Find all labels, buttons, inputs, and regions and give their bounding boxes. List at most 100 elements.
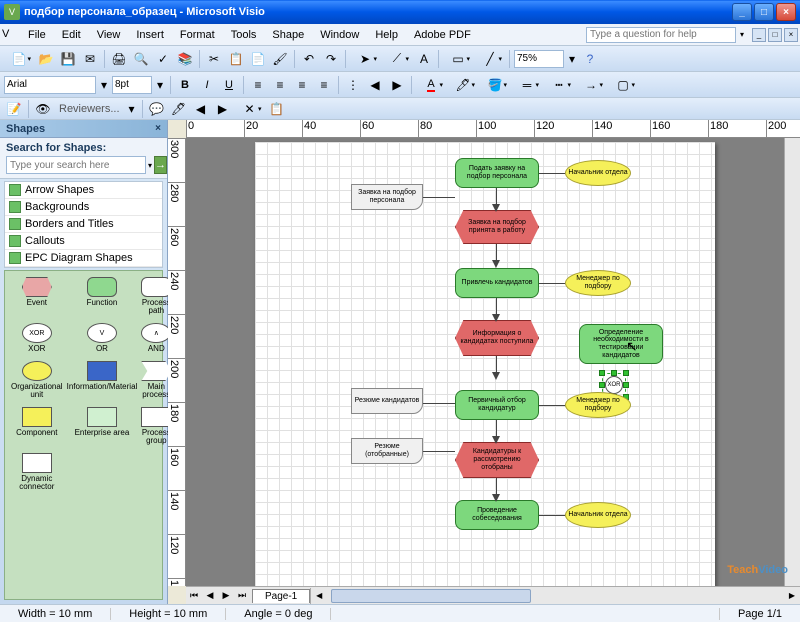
pointer-tool-button[interactable]: ➤ (350, 49, 380, 69)
decrease-indent-button[interactable]: ◀ (365, 75, 385, 95)
save-button[interactable]: 💾 (58, 49, 78, 69)
help-dropdown-icon[interactable]: ▾ (740, 30, 744, 39)
page-tab[interactable]: Page-1 (252, 589, 310, 603)
font-name-combo[interactable] (4, 76, 96, 94)
menu-insert[interactable]: Insert (128, 27, 172, 43)
hscroll-thumb[interactable] (331, 589, 531, 603)
markup-button[interactable]: 📝 (4, 99, 24, 119)
help-button[interactable]: ? (580, 49, 600, 69)
show-markup-button[interactable]: 👁 (33, 99, 53, 119)
delete-comment-button[interactable]: ✕ (235, 99, 265, 119)
paste-button[interactable]: 📄 (248, 49, 268, 69)
mdi-close[interactable]: × (784, 28, 798, 42)
diagram-shape-14[interactable]: Начальник отдела (565, 502, 631, 528)
zoom-combo[interactable] (514, 50, 564, 68)
menu-shape[interactable]: Shape (264, 27, 312, 43)
increase-indent-button[interactable]: ▶ (387, 75, 407, 95)
menu-tools[interactable]: Tools (223, 27, 265, 43)
shadow-button[interactable]: ▢ (608, 75, 638, 95)
reviewers-dropdown[interactable]: ▾ (126, 99, 138, 119)
diagram-shape-5[interactable]: Менеджер по подбору (565, 270, 631, 296)
shapes-panel-close[interactable]: × (155, 123, 161, 134)
insert-comment-button[interactable]: 💬 (147, 99, 167, 119)
diagram-shape-12[interactable]: Кандидатуры к рассмотрению отобраны (455, 442, 539, 478)
diagram-shape-0[interactable]: Подать заявку на подбор персонала (455, 158, 539, 188)
research-button[interactable]: 📚 (175, 49, 195, 69)
text-tool-button[interactable]: A (414, 49, 434, 69)
stencil-shape-event[interactable]: Event (11, 277, 63, 315)
drawing-canvas[interactable]: XOR Подать заявку на подбор персонала Нач… (186, 138, 784, 586)
font-name-dropdown[interactable]: ▾ (98, 75, 110, 95)
horizontal-scrollbar[interactable]: ◀ ▶ (310, 588, 800, 604)
align-right-button[interactable]: ≡ (292, 75, 312, 95)
diagram-shape-2[interactable]: Заявка на подбор персонала (351, 184, 423, 210)
mdi-minimize[interactable]: _ (752, 28, 766, 42)
fill-color-button[interactable]: 🪣 (480, 75, 510, 95)
shapes-search-input[interactable] (6, 156, 146, 174)
align-center-button[interactable]: ≡ (270, 75, 290, 95)
stencil-shape-organizational-unit[interactable]: Organizational unit (11, 361, 63, 399)
minimize-button[interactable]: _ (732, 3, 752, 21)
prev-comment-button[interactable]: ◀ (191, 99, 211, 119)
diagram-shape-1[interactable]: Начальник отдела (565, 160, 631, 186)
align-justify-button[interactable]: ≡ (314, 75, 334, 95)
connector-tool-button[interactable]: ⟋ (382, 49, 412, 69)
new-button[interactable]: 📄 (4, 49, 34, 69)
stencil-shape-function[interactable]: Function (67, 277, 138, 315)
diagram-shape-3[interactable]: Заявка на подбор принята в работу (455, 210, 539, 244)
menu-edit[interactable]: Edit (54, 27, 89, 43)
print-preview-button[interactable]: 🔍 (131, 49, 151, 69)
menu-format[interactable]: Format (172, 27, 223, 43)
stencil-shape-xor[interactable]: XORXOR (11, 323, 63, 353)
reviewers-label[interactable]: Reviewers... (55, 103, 124, 115)
close-button[interactable]: × (776, 3, 796, 21)
next-page-button[interactable]: ▶ (218, 588, 234, 604)
help-search-input[interactable] (586, 27, 736, 43)
stencil-category-0[interactable]: Arrow Shapes (5, 182, 162, 199)
stencil-category-4[interactable]: EPC Diagram Shapes (5, 250, 162, 267)
first-page-button[interactable]: ⏮ (186, 588, 202, 604)
last-page-button[interactable]: ⏭ (234, 588, 250, 604)
stencil-shape-process-path[interactable]: Process path (141, 277, 171, 315)
zoom-dropdown[interactable]: ▾ (566, 49, 578, 69)
menu-adobe-pdf[interactable]: Adobe PDF (406, 27, 479, 43)
prev-page-button[interactable]: ◀ (202, 588, 218, 604)
open-button[interactable]: 📂 (36, 49, 56, 69)
underline-button[interactable]: U (219, 75, 239, 95)
line-color-button[interactable]: 🖊 (448, 75, 478, 95)
bold-button[interactable]: B (175, 75, 195, 95)
font-size-dropdown[interactable]: ▾ (154, 75, 166, 95)
email-button[interactable]: ✉ (80, 49, 100, 69)
mdi-restore[interactable]: □ (768, 28, 782, 42)
stencil-shape-main-process[interactable]: Main process (141, 361, 171, 399)
undo-button[interactable]: ↶ (299, 49, 319, 69)
line-tool-button[interactable]: ╱ (475, 49, 505, 69)
stencil-shape-dynamic-connector[interactable]: Dynamic connector (11, 453, 63, 491)
spelling-button[interactable]: ✓ (153, 49, 173, 69)
format-painter-button[interactable]: 🖌 (270, 49, 290, 69)
diagram-shape-9[interactable]: Первичный отбор кандидатур (455, 390, 539, 420)
vertical-scrollbar[interactable] (784, 138, 800, 586)
drawing-page[interactable]: XOR Подать заявку на подбор персонала Нач… (255, 142, 715, 586)
line-ends-button[interactable]: → (576, 75, 606, 95)
stencil-shape-or[interactable]: VOR (67, 323, 138, 353)
cut-button[interactable]: ✂ (204, 49, 224, 69)
hscroll-right-button[interactable]: ▶ (784, 589, 800, 603)
align-left-button[interactable]: ≡ (248, 75, 268, 95)
stencil-category-2[interactable]: Borders and Titles (5, 216, 162, 233)
menu-help[interactable]: Help (367, 27, 406, 43)
stencil-category-3[interactable]: Callouts (5, 233, 162, 250)
bullets-button[interactable]: ⋮ (343, 75, 363, 95)
track-markup-button[interactable]: 📋 (267, 99, 287, 119)
maximize-button[interactable]: □ (754, 3, 774, 21)
xor-shape-selected[interactable]: XOR (605, 376, 623, 394)
diagram-shape-8[interactable]: Резюме кандидатов (351, 388, 423, 414)
copy-button[interactable]: 📋 (226, 49, 246, 69)
search-go-button[interactable]: → (154, 156, 167, 174)
search-dropdown-icon[interactable]: ▾ (148, 161, 152, 170)
hscroll-left-button[interactable]: ◀ (311, 589, 327, 603)
diagram-shape-7[interactable]: Определение необходимости в тестировании… (579, 324, 663, 364)
stencil-shape-information-material[interactable]: Information/Material (67, 361, 138, 399)
menu-file[interactable]: File (20, 27, 54, 43)
line-pattern-button[interactable]: ┅ (544, 75, 574, 95)
